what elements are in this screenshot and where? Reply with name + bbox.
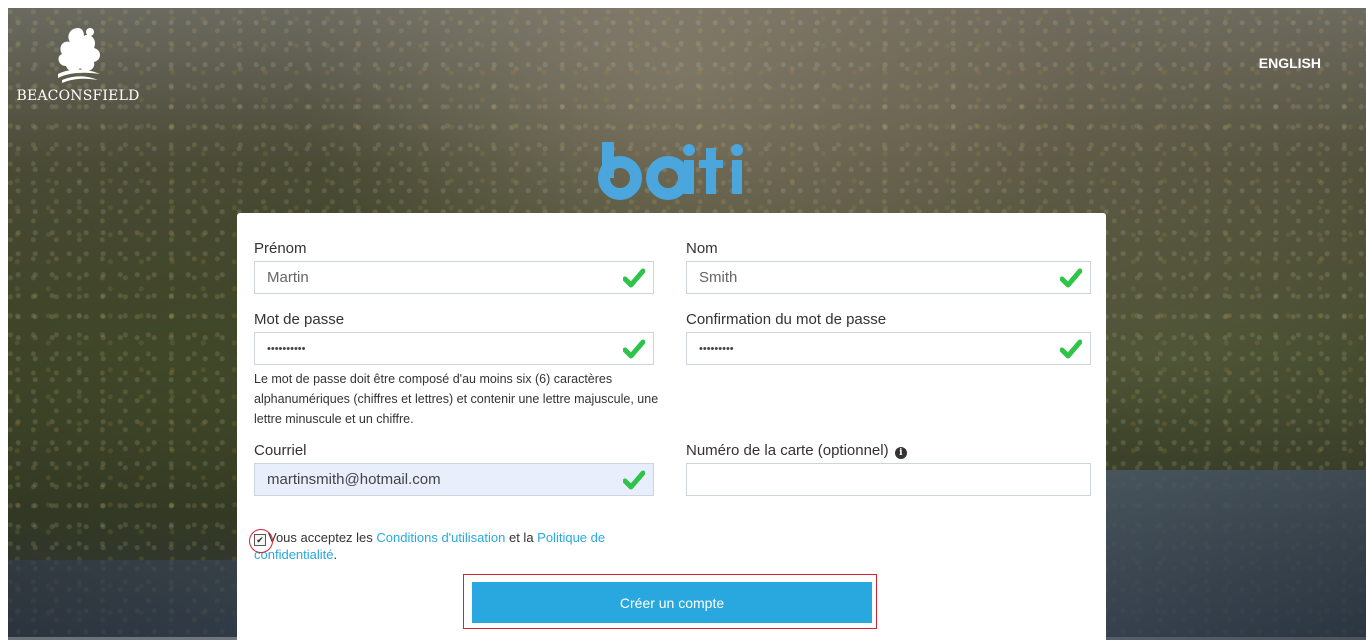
valid-check-icon (623, 339, 645, 359)
background-lake (1100, 470, 1366, 640)
last-name-input[interactable]: Smith (686, 261, 1091, 294)
signup-form-card: Prénom Martin Nom Smith Mot de passe •••… (237, 213, 1106, 643)
last-name-field: Nom Smith (686, 240, 1091, 294)
password-value: •••••••••• (267, 342, 306, 355)
checkbox-highlight-ring (249, 529, 273, 553)
last-name-label: Nom (686, 240, 718, 257)
create-account-button[interactable]: Créer un compte (472, 582, 872, 623)
info-icon[interactable]: i (894, 447, 907, 459)
valid-check-icon (1060, 268, 1082, 288)
email-value: martinsmith@hotmail.com (267, 471, 441, 488)
password-confirm-input[interactable]: ••••••••• (686, 332, 1091, 365)
terms-suffix: . (333, 547, 338, 562)
password-input[interactable]: •••••••••• (254, 332, 654, 365)
first-name-input[interactable]: Martin (254, 261, 654, 294)
card-number-input[interactable] (686, 463, 1091, 496)
last-name-value: Smith (699, 269, 738, 286)
valid-check-icon (623, 268, 645, 288)
password-field: Mot de passe •••••••••• Le mot de passe … (254, 311, 664, 429)
password-confirm-label: Confirmation du mot de passe (686, 311, 887, 328)
email-input[interactable]: martinsmith@hotmail.com (254, 463, 654, 496)
first-name-value: Martin (267, 269, 309, 286)
card-number-label-text: Numéro de la carte (optionnel) (686, 442, 889, 459)
bciti-logo (598, 142, 743, 200)
background-water (8, 560, 268, 640)
password-confirm-field: Confirmation du mot de passe ••••••••• (686, 311, 1091, 365)
beaconsfield-logo[interactable]: BEACONSFIELD (8, 24, 148, 114)
card-number-field: Numéro de la carte (optionnel) i (686, 442, 1091, 496)
first-name-field: Prénom Martin (254, 240, 654, 294)
card-number-label: Numéro de la carte (optionnel) i (686, 442, 1091, 459)
password-confirm-value: ••••••••• (699, 342, 734, 355)
email-field: Courriel martinsmith@hotmail.com (254, 442, 654, 496)
terms-prefix: Vous acceptez les (268, 530, 377, 545)
terms-agreement: ✔ Vous acceptez les Conditions d'utilisat… (249, 529, 654, 563)
password-label: Mot de passe (254, 311, 345, 328)
terms-checkbox[interactable]: ✔ (249, 529, 273, 553)
email-label: Courriel (254, 442, 307, 459)
valid-check-icon (623, 470, 645, 490)
valid-check-icon (1060, 339, 1082, 359)
terms-of-use-link[interactable]: Conditions d'utilisation (376, 530, 505, 545)
first-name-label: Prénom (254, 240, 307, 257)
logo-text: BEACONSFIELD (16, 88, 140, 104)
language-switch-link[interactable]: ENGLISH (1259, 55, 1321, 71)
password-hint: Le mot de passe doit être composé d'au m… (254, 372, 659, 426)
terms-middle: et la (505, 530, 538, 545)
beaconsfield-emblem-icon (58, 28, 100, 83)
